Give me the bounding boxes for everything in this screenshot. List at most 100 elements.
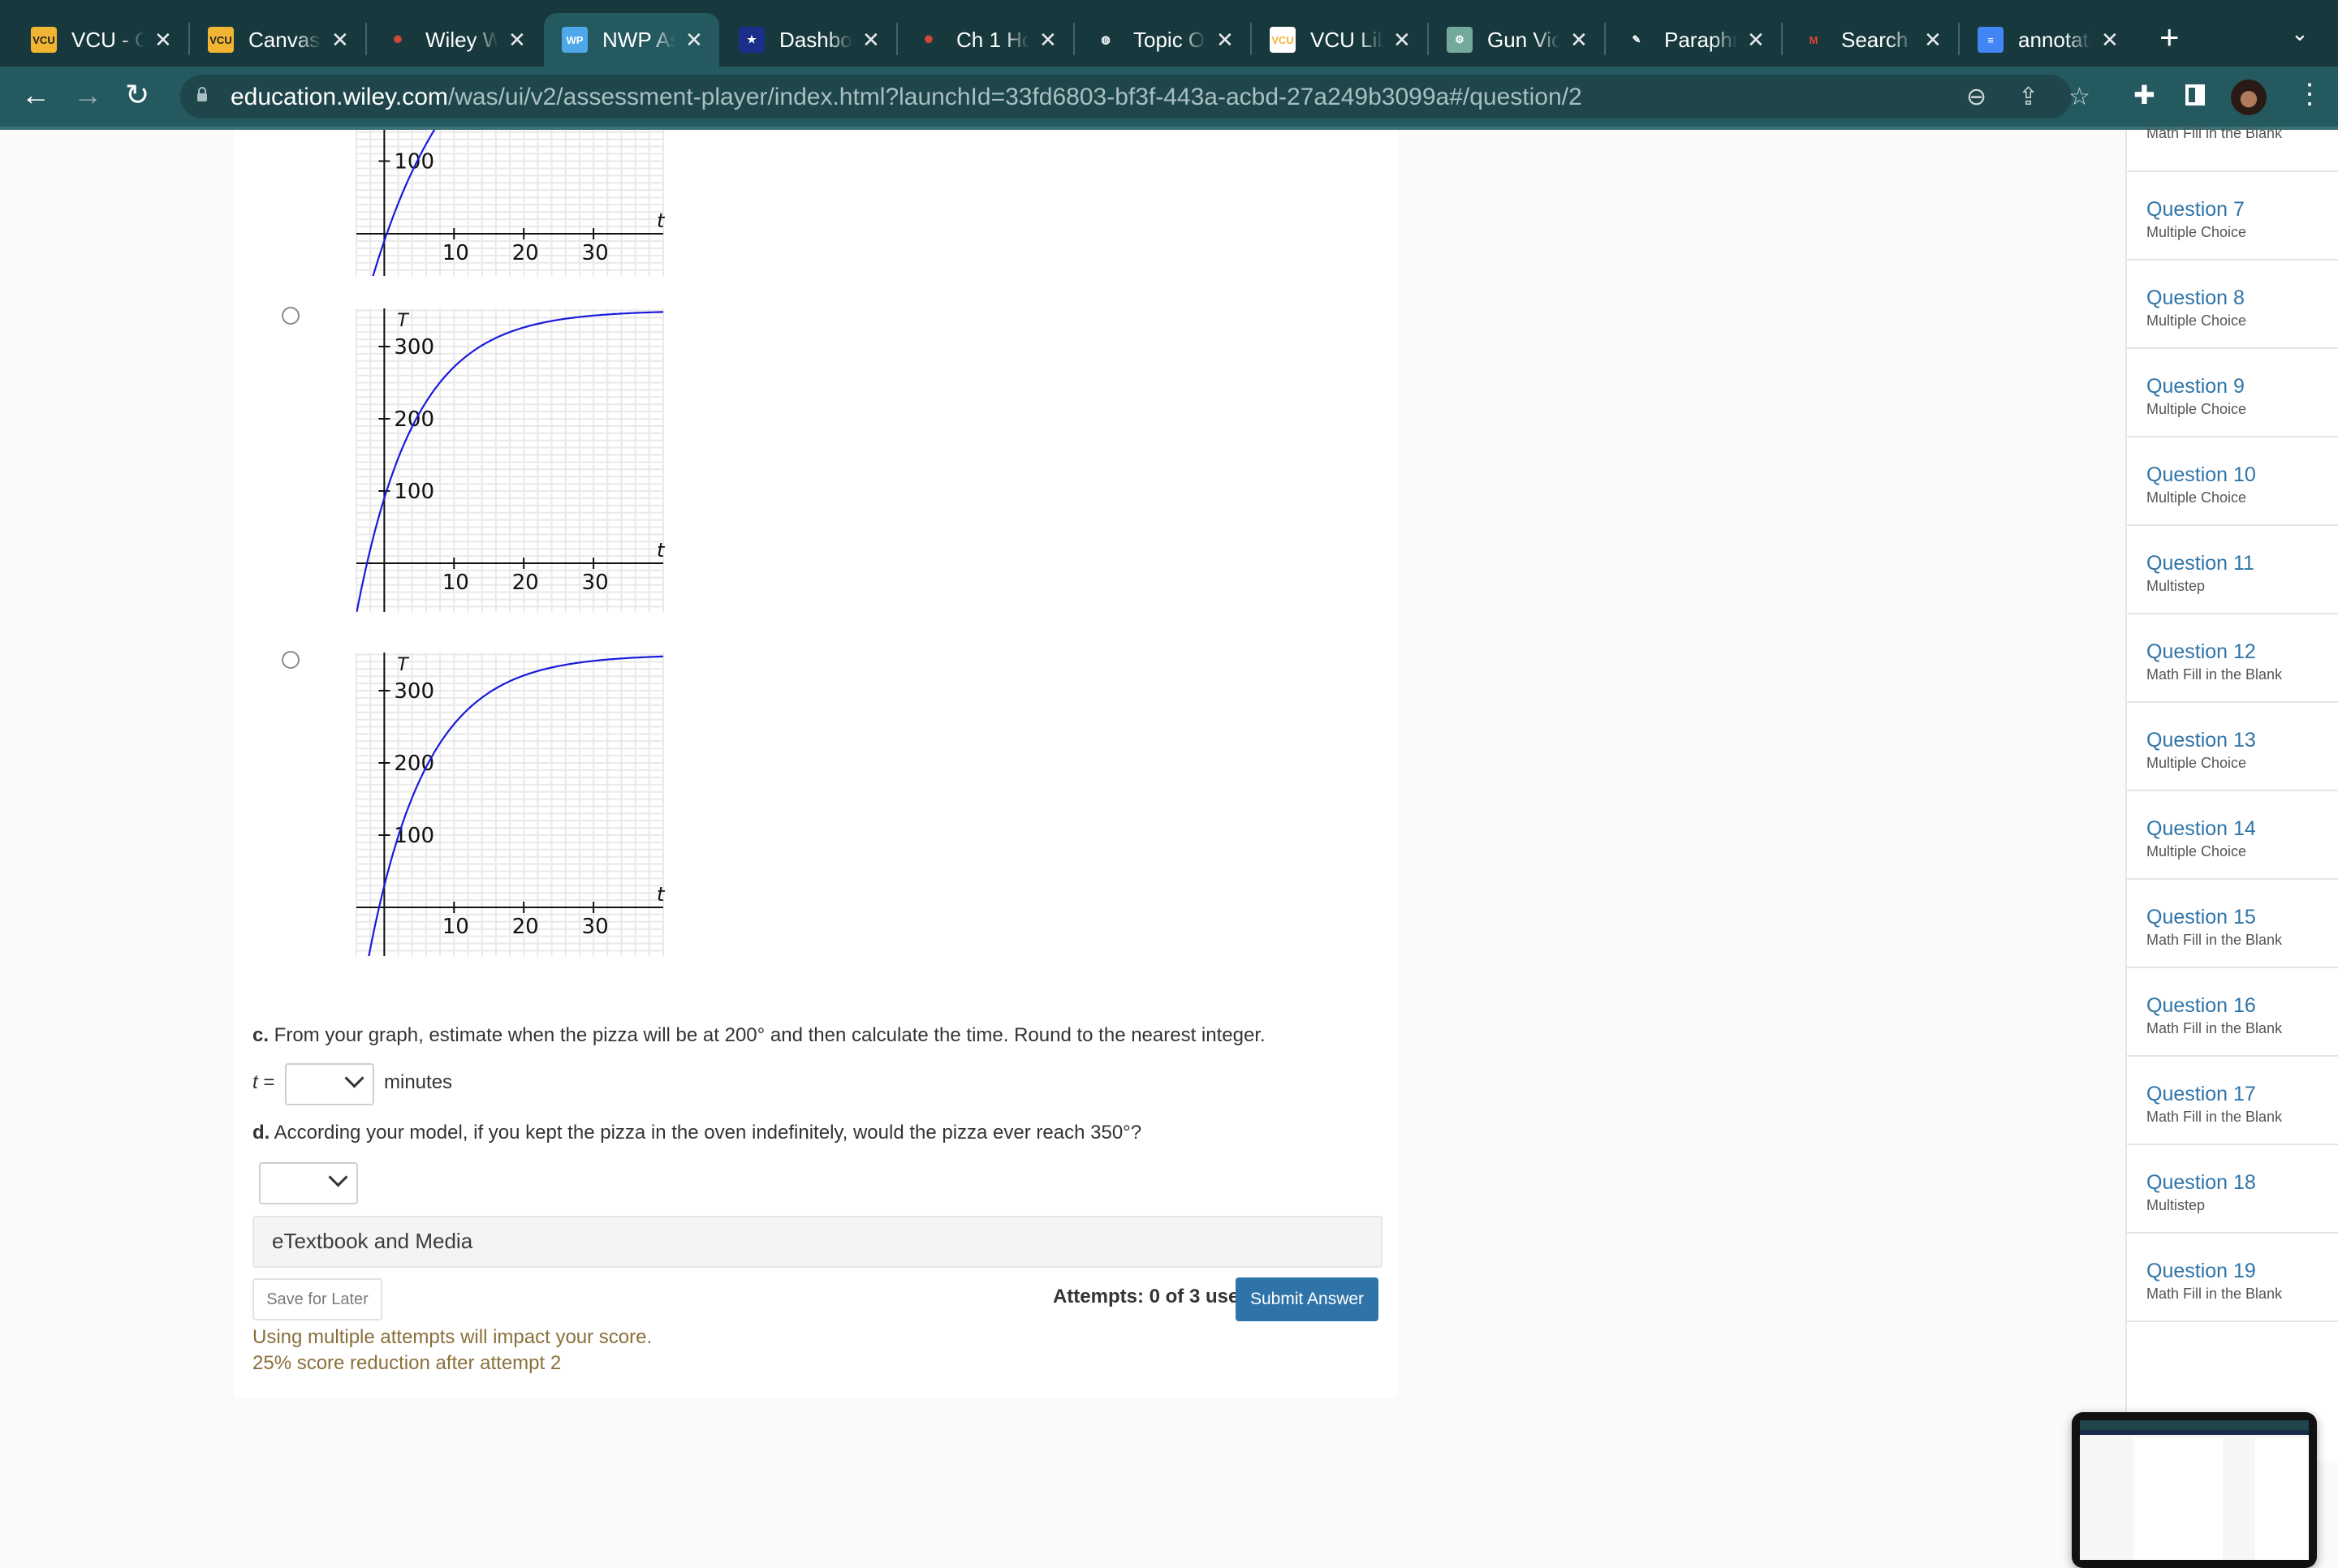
browser-tab[interactable]: ≡ annotation ✕ [1960,13,2135,67]
browser-menu-icon[interactable]: ⋮ [2296,78,2323,110]
lock-icon[interactable] [196,86,208,102]
new-tab-button[interactable]: + [2159,18,2180,57]
sidebar-question-item[interactable]: Question 19 Math Fill in the Blank [2127,1234,2338,1322]
question-link[interactable]: Question 17 [2146,1083,2256,1106]
question-link[interactable]: Question 7 [2146,198,2245,222]
side-panel-icon[interactable] [2185,84,2205,106]
etextbook-media-panel[interactable]: eTextbook and Media [252,1216,1383,1268]
y-axis-label: T [397,655,409,675]
y-tick-label: 300 [394,679,434,704]
submit-answer-button[interactable]: Submit Answer [1236,1277,1378,1321]
google-docs-icon: ≡ [1978,27,2004,53]
question-link[interactable]: Question 8 [2146,286,2245,310]
screenshot-preview-thumbnail[interactable] [2072,1412,2317,1568]
tab-title: Paraphrase [1664,27,1737,52]
sidebar-question-item[interactable]: Question 17 Math Fill in the Blank [2127,1057,2338,1145]
sidebar-question-item[interactable]: Question 8 Multiple Choice [2127,261,2338,349]
sidebar-question-item[interactable]: Question 12 Math Fill in the Blank [2127,614,2338,703]
browser-tab[interactable]: ✺ Ch 1 Homework ✕ [898,13,1073,67]
browser-tab[interactable]: VCU VCU Libraries ✕ [1252,13,1427,67]
x-tick-label: 10 [442,915,469,939]
thumbnail-toolbar [2080,1430,2309,1435]
close-tab-icon[interactable]: ✕ [1039,28,1057,53]
tab-search-chevron-icon[interactable]: ⌄ [2291,21,2309,46]
question-link[interactable]: Question 14 [2146,817,2256,841]
question-link[interactable]: Question 11 [2146,552,2254,575]
bookmark-star-icon[interactable]: ☆ [2068,83,2090,111]
sidebar-question-item[interactable]: Question 13 Multiple Choice [2127,703,2338,791]
close-tab-icon[interactable]: ✕ [1924,28,1942,53]
question-link[interactable]: Question 9 [2146,375,2245,398]
sidebar-question-item[interactable]: Question 10 Multiple Choice [2127,437,2338,526]
browser-tab[interactable]: WP NWP Assessment Player ✕ [544,13,719,67]
chatgpt-logo-icon: ⚙ [1447,27,1473,53]
browser-tab[interactable]: ⚙ Gun Violence ✕ [1429,13,1604,67]
part-d-prompt: d. According your model, if you kept the… [252,1122,1141,1144]
browser-tab[interactable]: ◍ Topic Overview ✕ [1075,13,1250,67]
question-link[interactable]: Question 13 [2146,729,2256,752]
sidebar-question-item[interactable]: Question 9 Multiple Choice [2127,349,2338,437]
wileyplus-logo-icon: WP [562,27,588,53]
etextbook-media-label: eTextbook and Media [272,1229,473,1253]
browser-tab[interactable]: ✎ Paraphrase ✕ [1606,13,1781,67]
browser-tab[interactable]: ★ Dashboard ✕ [721,13,896,67]
radio-option-c[interactable] [282,651,300,669]
chevron-down-icon [344,1068,365,1088]
save-for-later-button[interactable]: Save for Later [252,1278,382,1320]
close-tab-icon[interactable]: ✕ [685,28,703,53]
sidebar-question-item[interactable]: Question 15 Math Fill in the Blank [2127,880,2338,968]
part-d-answer-dropdown[interactable] [259,1162,358,1204]
y-axis-label: T [397,311,409,331]
sidebar-question-item[interactable]: Question 11 Multistep [2127,526,2338,614]
close-tab-icon[interactable]: ✕ [2101,28,2119,53]
part-c-text: From your graph, estimate when the pizza… [269,1024,1266,1046]
close-tab-icon[interactable]: ✕ [1216,28,1234,53]
forward-icon[interactable]: → [73,78,102,112]
browser-tab[interactable]: M Search results ✕ [1783,13,1958,67]
radio-option-b[interactable] [282,307,300,325]
variable-t-label: t [252,1071,258,1093]
sidebar-question-item[interactable]: Question 14 Multiple Choice [2127,791,2338,880]
profile-avatar[interactable] [2231,80,2267,115]
question-link[interactable]: Question 10 [2146,463,2256,487]
close-tab-icon[interactable]: ✕ [154,28,172,53]
close-tab-icon[interactable]: ✕ [331,28,349,53]
sidebar-item-partial-type: Math Fill in the Blank [2146,125,2283,141]
tab-title: Gun Violence [1487,27,1560,52]
x-tick-label: 20 [512,915,539,939]
browser-tab[interactable]: ✺ Wiley WileyPLUS ✕ [367,13,542,67]
question-link[interactable]: Question 18 [2146,1171,2256,1195]
share-icon[interactable]: ⇪ [2018,83,2038,111]
question-link[interactable]: Question 19 [2146,1260,2256,1283]
address-bar[interactable]: education.wiley.com/was/ui/v2/assessment… [180,75,2090,118]
extensions-puzzle-icon[interactable]: ✚ [2133,80,2155,110]
close-tab-icon[interactable]: ✕ [1393,28,1411,53]
close-tab-icon[interactable]: ✕ [1570,28,1588,53]
browser-tab[interactable]: VCU VCU - Canvas ✕ [13,13,188,67]
x-axis-label: t [657,209,666,232]
question-type: Multistep [2146,578,2206,594]
sidebar-question-item[interactable]: Question 18 Multistep [2127,1145,2338,1234]
close-tab-icon[interactable]: ✕ [508,28,526,53]
zoom-out-icon[interactable]: ⊖ [1966,83,1986,111]
question-link[interactable]: Question 15 [2146,906,2256,929]
reload-icon[interactable]: ↻ [125,78,149,112]
part-c-time-dropdown[interactable] [285,1063,374,1105]
question-link[interactable]: Question 16 [2146,994,2256,1018]
sidebar-question-item[interactable]: Question 7 Multiple Choice [2127,172,2338,261]
back-icon[interactable]: ← [21,78,50,112]
thumbnail-content [2133,1438,2223,1560]
tab-title: Ch 1 Homework [956,27,1029,52]
close-tab-icon[interactable]: ✕ [1747,28,1765,53]
tab-title: Search results [1841,27,1914,52]
close-tab-icon[interactable]: ✕ [862,28,880,53]
sidebar-question-item[interactable]: Question 16 Math Fill in the Blank [2127,968,2338,1057]
question-list-sidebar: Math Fill in the Blank Question 7 Multipl… [2125,125,2338,1461]
browser-tab[interactable]: VCU Canvas ✕ [190,13,365,67]
tab-title: Dashboard [779,27,852,52]
url-text[interactable]: education.wiley.com/was/ui/v2/assessment… [231,84,1582,111]
question-link[interactable]: Question 12 [2146,640,2256,664]
question-card: 10 20 30 100 t 10 20 30 100 200 300 t T 10 20 30 100 20… [235,130,1399,1398]
question-type: Multistep [2146,1197,2206,1213]
question-type: Multiple Choice [2146,843,2247,859]
